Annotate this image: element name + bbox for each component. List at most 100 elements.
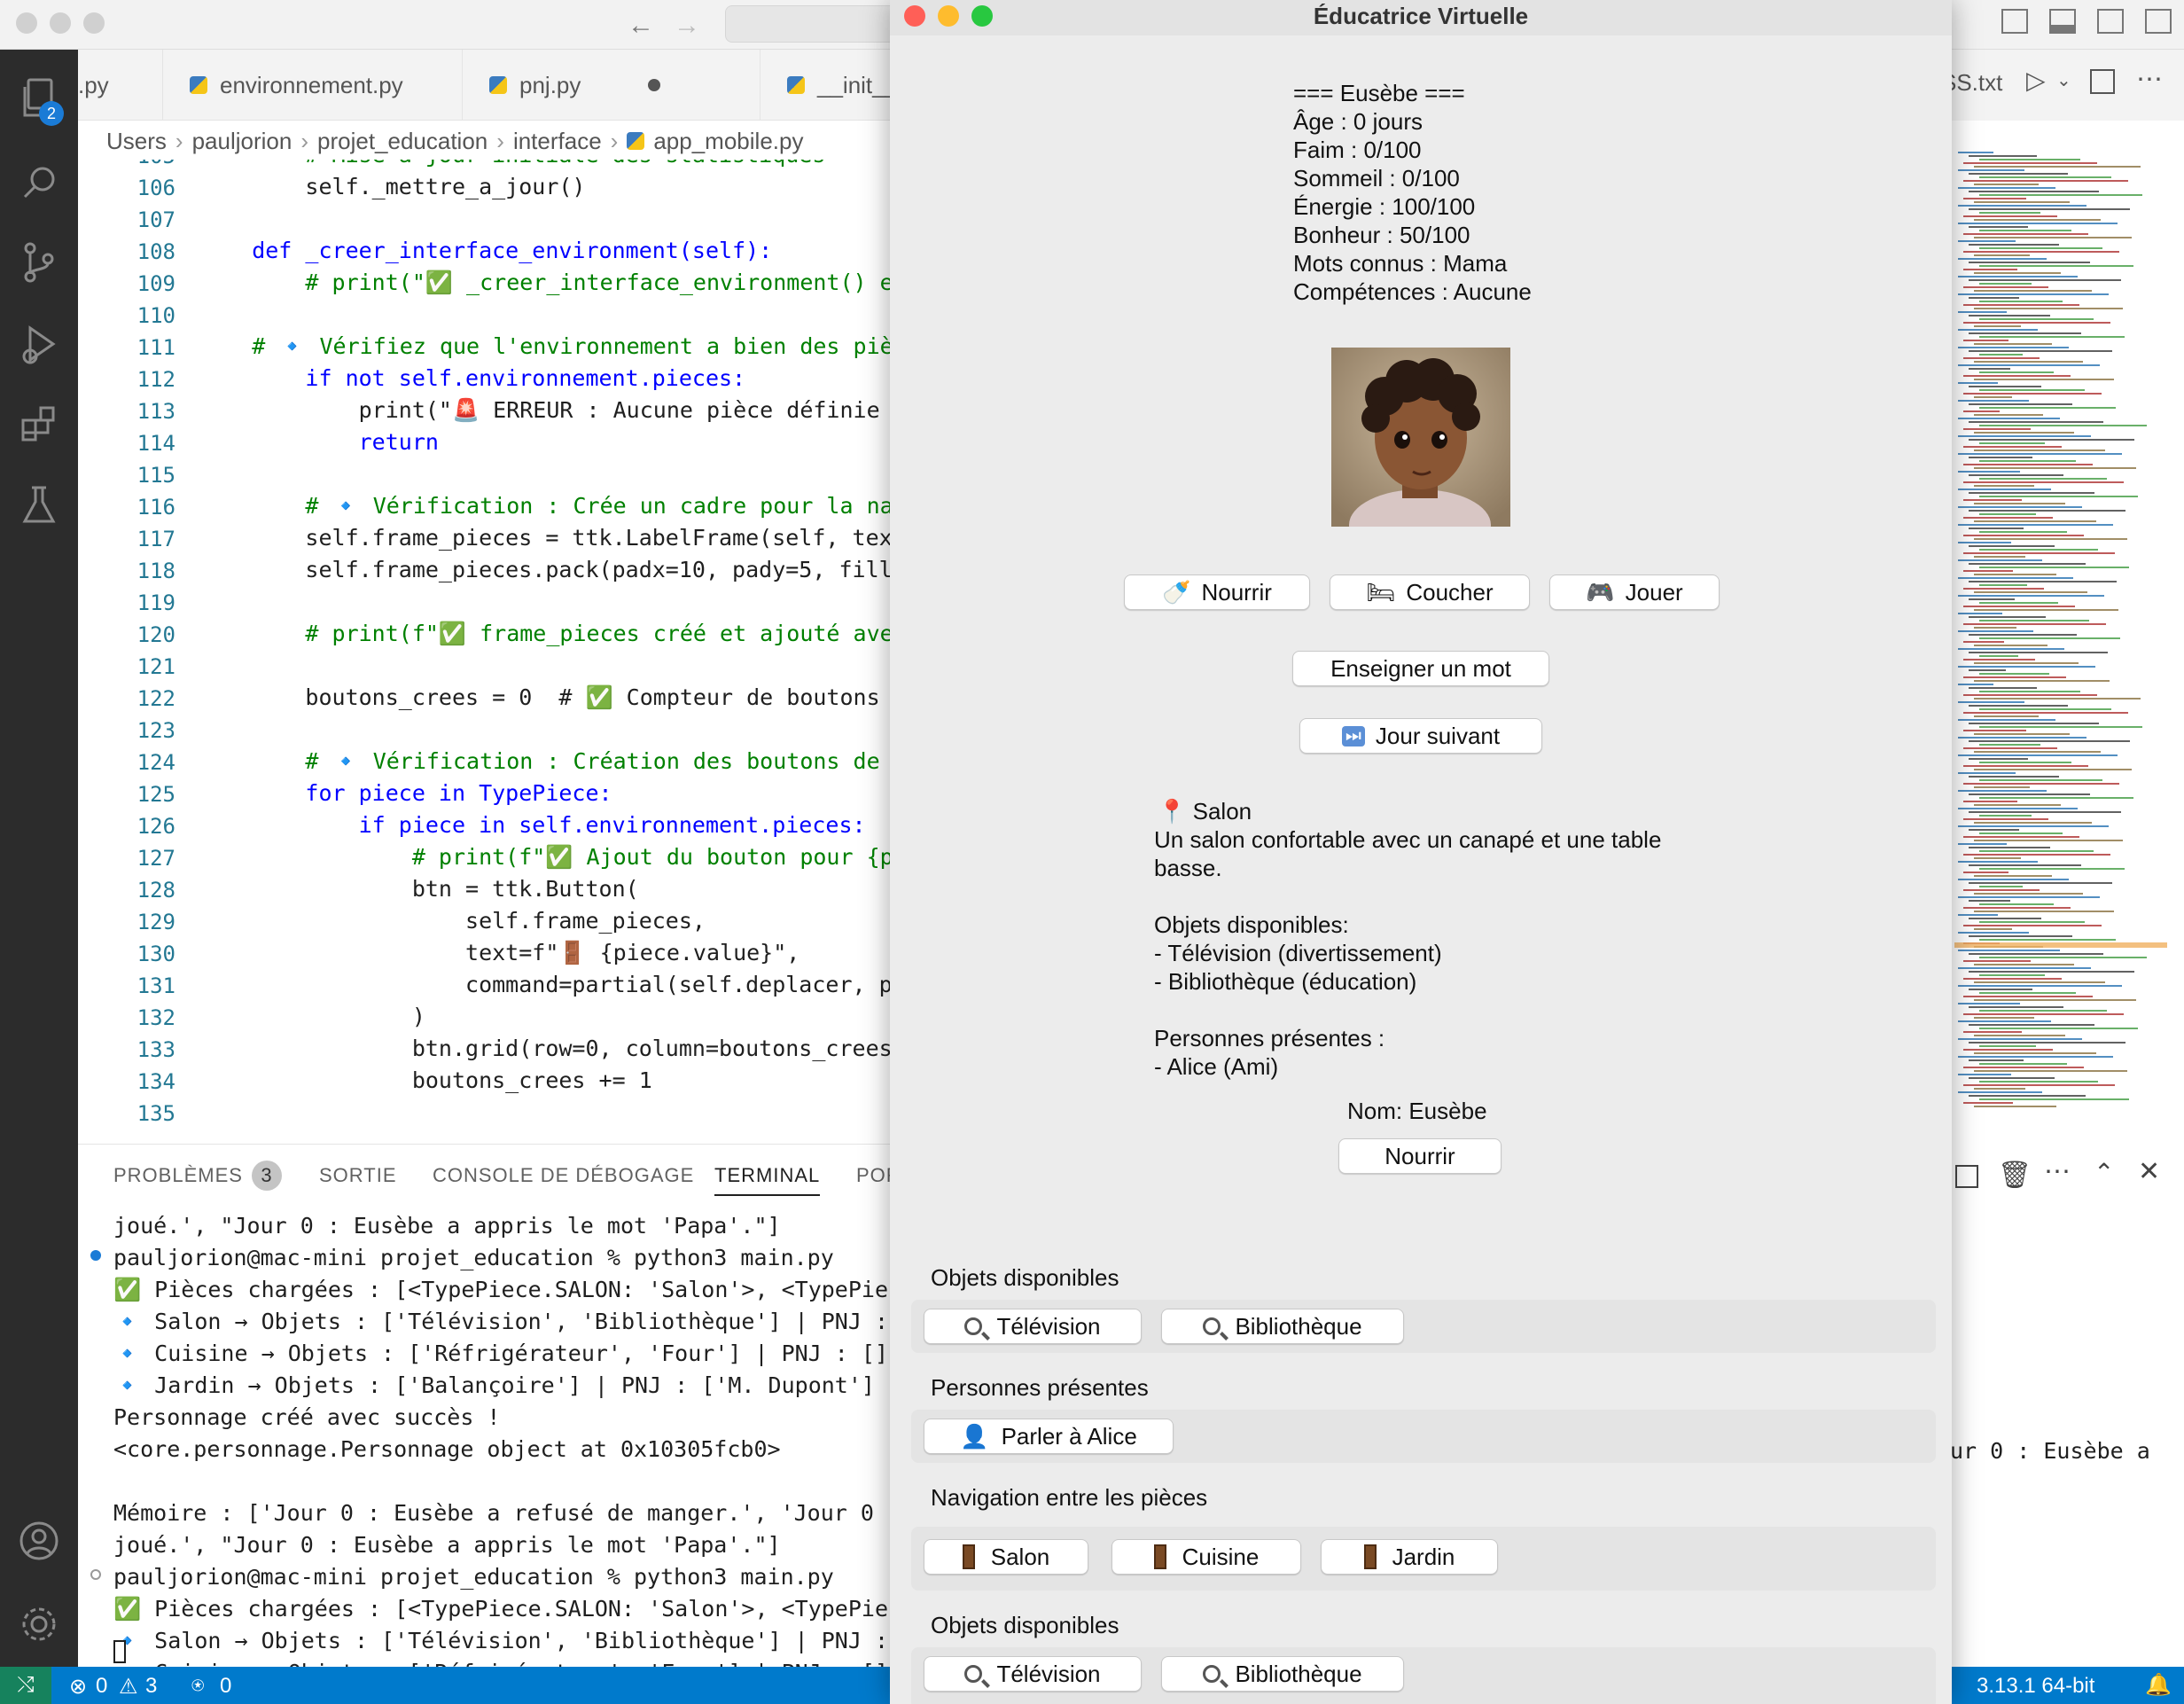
objet-bibliotheque-button[interactable]: Bibliothèque bbox=[1161, 1309, 1404, 1344]
tab-py[interactable]: .py bbox=[78, 50, 163, 121]
jour-suivant-button[interactable]: ⏭ Jour suivant bbox=[1299, 718, 1542, 754]
search-icon[interactable] bbox=[12, 156, 66, 209]
minimap-line bbox=[1963, 428, 2031, 430]
nourrir-button[interactable]: 🍼 Nourrir bbox=[1124, 575, 1310, 610]
person-icon: 👤 bbox=[960, 1422, 989, 1450]
extensions-icon[interactable] bbox=[12, 397, 66, 450]
more-actions-icon[interactable]: ⋯ bbox=[2044, 1156, 2071, 1187]
minimap-line bbox=[1974, 538, 2127, 540]
tab-pnj[interactable]: pnj.py bbox=[463, 50, 760, 121]
terminal[interactable]: joué.', "Jour 0 : Eusèbe a appris le mot… bbox=[78, 1206, 893, 1667]
minimap-line bbox=[1963, 676, 2066, 678]
minimap-line bbox=[1963, 357, 2040, 359]
objet-label: Télévision bbox=[996, 1660, 1101, 1687]
zoom-dot[interactable] bbox=[83, 12, 105, 34]
explorer-icon[interactable]: 2 bbox=[12, 71, 66, 126]
problems-count-badge: 3 bbox=[252, 1161, 282, 1191]
minimap-line bbox=[1974, 467, 2136, 469]
minimap-line bbox=[1969, 350, 2112, 352]
ports-count[interactable]: 0 bbox=[220, 1674, 231, 1699]
more-actions-icon[interactable]: ⋯ bbox=[2136, 64, 2163, 95]
tab-terminal[interactable]: TERMINAL bbox=[714, 1164, 821, 1196]
command-status-dot-icon[interactable] bbox=[90, 1250, 101, 1261]
breadcrumb-item[interactable]: pauljorion bbox=[192, 128, 292, 155]
room-jardin-button[interactable]: Jardin bbox=[1321, 1539, 1498, 1575]
testing-icon[interactable] bbox=[12, 479, 66, 532]
toggle-secondary-sidebar-icon[interactable] bbox=[2097, 9, 2124, 34]
personnes-title: Personnes présentes : bbox=[1154, 1025, 1385, 1051]
parler-alice-button[interactable]: 👤 Parler à Alice bbox=[924, 1419, 1174, 1454]
close-window-button[interactable] bbox=[904, 5, 925, 27]
unsaved-dot-icon[interactable] bbox=[648, 79, 661, 91]
bed-icon: 🛏 bbox=[1366, 578, 1396, 606]
tab-output[interactable]: SORTIE bbox=[319, 1164, 397, 1187]
tab-environnement[interactable]: environnement.py bbox=[163, 50, 463, 121]
source-control-icon[interactable] bbox=[12, 236, 66, 289]
minimap[interactable] bbox=[1954, 146, 2167, 1139]
minimap-line bbox=[1963, 623, 2106, 625]
notifications-bell-icon[interactable]: 🔔 bbox=[2145, 1672, 2172, 1698]
settings-gear-icon[interactable] bbox=[12, 1598, 66, 1651]
minimize-dot[interactable] bbox=[50, 12, 71, 34]
chevron-down-icon[interactable]: ⌄ bbox=[2056, 69, 2071, 91]
line-number: 135 bbox=[136, 1101, 176, 1126]
minimap-line bbox=[1974, 1088, 2025, 1090]
warnings-count[interactable]: 3 bbox=[145, 1674, 157, 1699]
minimize-window-button[interactable] bbox=[938, 5, 959, 27]
errors-count[interactable]: 0 bbox=[96, 1674, 107, 1699]
minimap-line bbox=[1974, 769, 2132, 770]
objet-bibliotheque-button-2[interactable]: Bibliothèque bbox=[1161, 1656, 1404, 1692]
room-salon-button[interactable]: Salon bbox=[924, 1539, 1088, 1575]
tab-debug-console[interactable]: CONSOLE DE DÉBOGAGE bbox=[433, 1164, 694, 1187]
toggle-sidebar-icon[interactable] bbox=[2001, 9, 2028, 34]
command-status-dot-icon[interactable] bbox=[90, 1569, 101, 1580]
coucher-button[interactable]: 🛏 Coucher bbox=[1330, 575, 1530, 610]
code-editor[interactable]: 105 # Mise à jour initiale des statistiq… bbox=[78, 160, 893, 1144]
run-icon[interactable]: ▷ bbox=[2026, 66, 2046, 95]
minimap-line bbox=[1974, 893, 2083, 895]
maximize-panel-icon[interactable]: ⌃ bbox=[2094, 1158, 2114, 1187]
errors-icon[interactable]: ⊗ bbox=[69, 1674, 87, 1700]
trash-icon[interactable]: 🗑 bbox=[1998, 1160, 2032, 1191]
breadcrumb-item[interactable]: projet_education bbox=[317, 128, 488, 155]
minimap-line bbox=[1979, 779, 2102, 781]
breadcrumb-item[interactable]: app_mobile.py bbox=[653, 128, 803, 155]
breadcrumb-item[interactable]: Users bbox=[106, 128, 167, 155]
room-cuisine-button[interactable]: Cuisine bbox=[1112, 1539, 1301, 1575]
minimap-line bbox=[1958, 187, 2055, 189]
jour-suivant-label: Jour suivant bbox=[1375, 722, 1501, 749]
close-dot[interactable] bbox=[16, 12, 37, 34]
close-panel-icon[interactable]: ✕ bbox=[2138, 1156, 2160, 1187]
back-arrow-icon[interactable]: ← bbox=[628, 11, 654, 41]
customize-layout-icon[interactable] bbox=[2145, 9, 2172, 34]
breadcrumb-item[interactable]: interface bbox=[513, 128, 602, 155]
minimap-line bbox=[1963, 1031, 2022, 1033]
nourrir-secondary-button[interactable]: Nourrir bbox=[1338, 1138, 1502, 1174]
minimap-line bbox=[1969, 208, 2130, 210]
zoom-window-button[interactable] bbox=[971, 5, 993, 27]
parler-label: Parler à Alice bbox=[1001, 1422, 1137, 1450]
command-center[interactable] bbox=[725, 5, 902, 43]
forward-arrow-icon[interactable]: → bbox=[674, 11, 700, 41]
warning-icon[interactable]: ⚠ bbox=[119, 1674, 138, 1700]
jouer-button[interactable]: 🎮 Jouer bbox=[1549, 575, 1720, 610]
toggle-panel-icon[interactable] bbox=[2049, 9, 2076, 34]
python-version[interactable]: 3.13.1 64-bit bbox=[1977, 1674, 2094, 1699]
split-terminal-icon[interactable] bbox=[1955, 1165, 1978, 1188]
remote-icon[interactable]: ⤭ bbox=[0, 1667, 51, 1704]
split-editor-icon[interactable] bbox=[2090, 69, 2115, 94]
enseigner-button[interactable]: Enseigner un mot bbox=[1292, 651, 1549, 686]
objet-television-button-2[interactable]: Télévision bbox=[924, 1656, 1142, 1692]
ports-icon[interactable]: ⍟ bbox=[191, 1674, 204, 1699]
minimap-line bbox=[1974, 698, 2141, 700]
chevron-right-icon: › bbox=[610, 127, 619, 154]
objet-television-button[interactable]: Télévision bbox=[924, 1309, 1142, 1344]
room-label: Salon bbox=[990, 1543, 1050, 1570]
line-number: 121 bbox=[136, 654, 176, 679]
accounts-icon[interactable] bbox=[12, 1514, 66, 1567]
run-debug-icon[interactable] bbox=[12, 317, 66, 371]
minimap-line bbox=[1979, 584, 2027, 586]
minimap-line bbox=[1963, 1084, 2115, 1086]
minimap-line bbox=[1958, 152, 1993, 153]
tab-problems[interactable]: PROBLÈMES bbox=[113, 1164, 243, 1187]
